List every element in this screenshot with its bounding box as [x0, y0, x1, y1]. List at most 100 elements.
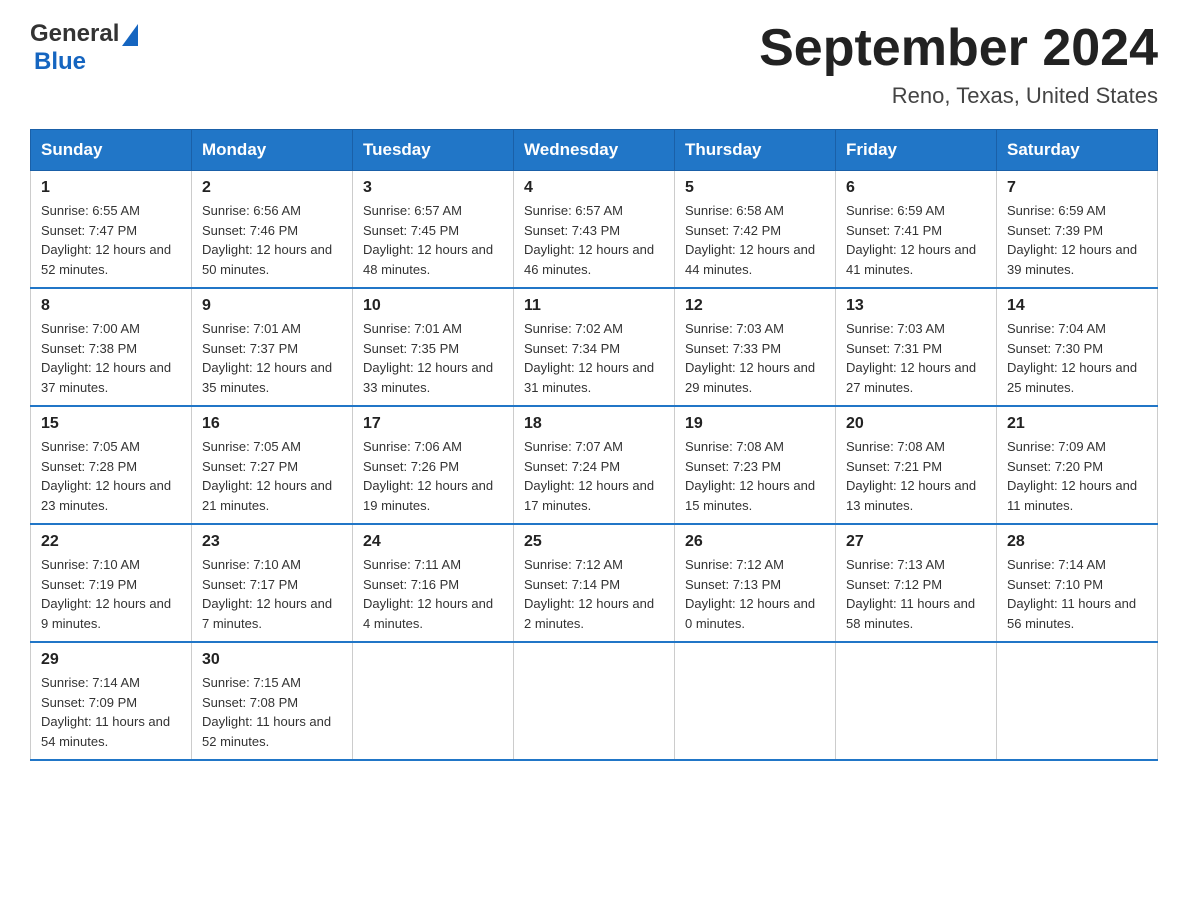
day-info: Sunrise: 7:09 AMSunset: 7:20 PMDaylight:…: [1007, 437, 1147, 515]
day-info: Sunrise: 7:04 AMSunset: 7:30 PMDaylight:…: [1007, 319, 1147, 397]
calendar-week-row: 15 Sunrise: 7:05 AMSunset: 7:28 PMDayligh…: [31, 406, 1158, 524]
day-number: 1: [41, 179, 181, 197]
calendar-cell: 15 Sunrise: 7:05 AMSunset: 7:28 PMDayligh…: [31, 406, 192, 524]
header-sunday: Sunday: [31, 130, 192, 171]
calendar-cell: 25Sunrise: 7:12 AMSunset: 7:14 PMDayligh…: [514, 524, 675, 642]
calendar-cell: [675, 642, 836, 760]
day-number: 7: [1007, 179, 1147, 197]
header-friday: Friday: [836, 130, 997, 171]
day-info: Sunrise: 6:59 AMSunset: 7:39 PMDaylight:…: [1007, 201, 1147, 279]
calendar-cell: 9Sunrise: 7:01 AMSunset: 7:37 PMDaylight…: [192, 288, 353, 406]
calendar-week-row: 22 Sunrise: 7:10 AMSunset: 7:19 PMDayligh…: [31, 524, 1158, 642]
calendar-cell: 1 Sunrise: 6:55 AMSunset: 7:47 PMDaylight…: [31, 171, 192, 289]
calendar-cell: 19 Sunrise: 7:08 AMSunset: 7:23 PMDayligh…: [675, 406, 836, 524]
day-info: Sunrise: 7:00 AMSunset: 7:38 PMDaylight:…: [41, 319, 181, 397]
calendar-cell: [997, 642, 1158, 760]
calendar-cell: 14Sunrise: 7:04 AMSunset: 7:30 PMDayligh…: [997, 288, 1158, 406]
day-number: 2: [202, 179, 342, 197]
day-number: 28: [1007, 533, 1147, 551]
calendar-cell: 11Sunrise: 7:02 AMSunset: 7:34 PMDayligh…: [514, 288, 675, 406]
page-header: General Blue September 2024 Reno, Texas,…: [30, 20, 1158, 109]
calendar-cell: 20 Sunrise: 7:08 AMSunset: 7:21 PMDayligh…: [836, 406, 997, 524]
day-info: Sunrise: 7:11 AMSunset: 7:16 PMDaylight:…: [363, 555, 503, 633]
calendar-cell: 23 Sunrise: 7:10 AMSunset: 7:17 PMDayligh…: [192, 524, 353, 642]
day-info: Sunrise: 7:08 AMSunset: 7:23 PMDaylight:…: [685, 437, 825, 515]
day-number: 5: [685, 179, 825, 197]
day-number: 9: [202, 297, 342, 315]
header-saturday: Saturday: [997, 130, 1158, 171]
day-number: 24: [363, 533, 503, 551]
calendar-cell: 16 Sunrise: 7:05 AMSunset: 7:27 PMDayligh…: [192, 406, 353, 524]
day-info: Sunrise: 7:14 AMSunset: 7:09 PMDaylight:…: [41, 673, 181, 751]
calendar-cell: 18 Sunrise: 7:07 AMSunset: 7:24 PMDayligh…: [514, 406, 675, 524]
calendar-cell: 2 Sunrise: 6:56 AMSunset: 7:46 PMDaylight…: [192, 171, 353, 289]
day-number: 4: [524, 179, 664, 197]
day-number: 11: [524, 297, 664, 315]
day-info: Sunrise: 7:05 AMSunset: 7:27 PMDaylight:…: [202, 437, 342, 515]
calendar-cell: 12 Sunrise: 7:03 AMSunset: 7:33 PMDayligh…: [675, 288, 836, 406]
title-section: September 2024 Reno, Texas, United State…: [759, 20, 1158, 109]
day-info: Sunrise: 6:57 AMSunset: 7:43 PMDaylight:…: [524, 201, 664, 279]
logo: General Blue: [30, 20, 138, 76]
day-number: 20: [846, 415, 986, 433]
day-number: 12: [685, 297, 825, 315]
day-info: Sunrise: 7:15 AMSunset: 7:08 PMDaylight:…: [202, 673, 342, 751]
day-info: Sunrise: 7:10 AMSunset: 7:17 PMDaylight:…: [202, 555, 342, 633]
day-info: Sunrise: 7:05 AMSunset: 7:28 PMDaylight:…: [41, 437, 181, 515]
header-wednesday: Wednesday: [514, 130, 675, 171]
logo-triangle: [122, 24, 138, 46]
calendar-cell: [836, 642, 997, 760]
day-number: 18: [524, 415, 664, 433]
calendar-cell: [514, 642, 675, 760]
day-info: Sunrise: 7:03 AMSunset: 7:33 PMDaylight:…: [685, 319, 825, 397]
calendar-cell: 26Sunrise: 7:12 AMSunset: 7:13 PMDayligh…: [675, 524, 836, 642]
day-number: 17: [363, 415, 503, 433]
calendar-title: September 2024: [759, 20, 1158, 77]
calendar-header-row: SundayMondayTuesdayWednesdayThursdayFrid…: [31, 130, 1158, 171]
calendar-cell: 17 Sunrise: 7:06 AMSunset: 7:26 PMDayligh…: [353, 406, 514, 524]
calendar-week-row: 1 Sunrise: 6:55 AMSunset: 7:47 PMDaylight…: [31, 171, 1158, 289]
calendar-cell: 3Sunrise: 6:57 AMSunset: 7:45 PMDaylight…: [353, 171, 514, 289]
day-info: Sunrise: 7:01 AMSunset: 7:35 PMDaylight:…: [363, 319, 503, 397]
day-number: 19: [685, 415, 825, 433]
day-number: 6: [846, 179, 986, 197]
calendar-cell: 6 Sunrise: 6:59 AMSunset: 7:41 PMDaylight…: [836, 171, 997, 289]
calendar-cell: 7 Sunrise: 6:59 AMSunset: 7:39 PMDaylight…: [997, 171, 1158, 289]
calendar-subtitle: Reno, Texas, United States: [759, 83, 1158, 109]
calendar-cell: 5 Sunrise: 6:58 AMSunset: 7:42 PMDaylight…: [675, 171, 836, 289]
calendar-cell: 4 Sunrise: 6:57 AMSunset: 7:43 PMDaylight…: [514, 171, 675, 289]
day-number: 22: [41, 533, 181, 551]
day-info: Sunrise: 7:08 AMSunset: 7:21 PMDaylight:…: [846, 437, 986, 515]
calendar-cell: 24 Sunrise: 7:11 AMSunset: 7:16 PMDayligh…: [353, 524, 514, 642]
day-number: 10: [363, 297, 503, 315]
day-number: 23: [202, 533, 342, 551]
day-info: Sunrise: 7:03 AMSunset: 7:31 PMDaylight:…: [846, 319, 986, 397]
calendar-table: SundayMondayTuesdayWednesdayThursdayFrid…: [30, 129, 1158, 761]
day-info: Sunrise: 7:10 AMSunset: 7:19 PMDaylight:…: [41, 555, 181, 633]
day-info: Sunrise: 7:07 AMSunset: 7:24 PMDaylight:…: [524, 437, 664, 515]
day-number: 15: [41, 415, 181, 433]
calendar-cell: 10 Sunrise: 7:01 AMSunset: 7:35 PMDayligh…: [353, 288, 514, 406]
day-info: Sunrise: 7:13 AMSunset: 7:12 PMDaylight:…: [846, 555, 986, 633]
day-number: 27: [846, 533, 986, 551]
header-thursday: Thursday: [675, 130, 836, 171]
day-info: Sunrise: 6:55 AMSunset: 7:47 PMDaylight:…: [41, 201, 181, 279]
logo-text-blue: Blue: [34, 48, 86, 75]
calendar-cell: 22 Sunrise: 7:10 AMSunset: 7:19 PMDayligh…: [31, 524, 192, 642]
day-info: Sunrise: 6:58 AMSunset: 7:42 PMDaylight:…: [685, 201, 825, 279]
day-info: Sunrise: 7:06 AMSunset: 7:26 PMDaylight:…: [363, 437, 503, 515]
calendar-cell: 29Sunrise: 7:14 AMSunset: 7:09 PMDayligh…: [31, 642, 192, 760]
calendar-cell: 8Sunrise: 7:00 AMSunset: 7:38 PMDaylight…: [31, 288, 192, 406]
day-number: 16: [202, 415, 342, 433]
logo-text-general: General: [30, 20, 119, 48]
day-number: 21: [1007, 415, 1147, 433]
day-number: 13: [846, 297, 986, 315]
day-info: Sunrise: 6:56 AMSunset: 7:46 PMDaylight:…: [202, 201, 342, 279]
day-number: 25: [524, 533, 664, 551]
day-info: Sunrise: 6:59 AMSunset: 7:41 PMDaylight:…: [846, 201, 986, 279]
calendar-cell: 28Sunrise: 7:14 AMSunset: 7:10 PMDayligh…: [997, 524, 1158, 642]
header-monday: Monday: [192, 130, 353, 171]
day-number: 30: [202, 651, 342, 669]
calendar-cell: 30 Sunrise: 7:15 AMSunset: 7:08 PMDayligh…: [192, 642, 353, 760]
calendar-cell: 27 Sunrise: 7:13 AMSunset: 7:12 PMDayligh…: [836, 524, 997, 642]
